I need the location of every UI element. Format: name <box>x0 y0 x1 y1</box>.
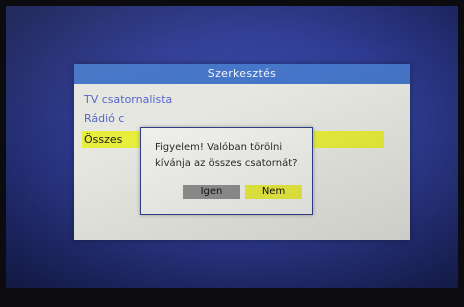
panel-title: Szerkesztés <box>74 64 410 84</box>
dialog-message-line-1: Figyelem! Valóban törölni <box>155 142 283 153</box>
tv-screen: Szerkesztés TV csatornalista Rádió c Öss… <box>6 6 458 288</box>
tv-bezel: Szerkesztés TV csatornalista Rádió c Öss… <box>0 0 464 307</box>
menu-item-tv-channel-list[interactable]: TV csatornalista <box>84 91 172 108</box>
menu-item-radio-channel-list[interactable]: Rádió c <box>84 110 124 127</box>
no-button[interactable]: Nem <box>245 185 302 199</box>
confirm-delete-dialog: Figyelem! Valóban törölni kívánja az öss… <box>140 127 313 215</box>
dialog-message-line-2: kívánja az összes csatornát? <box>155 158 298 169</box>
yes-button[interactable]: Igen <box>183 185 240 199</box>
dialog-message: Figyelem! Valóban törölni kívánja az öss… <box>155 140 305 172</box>
